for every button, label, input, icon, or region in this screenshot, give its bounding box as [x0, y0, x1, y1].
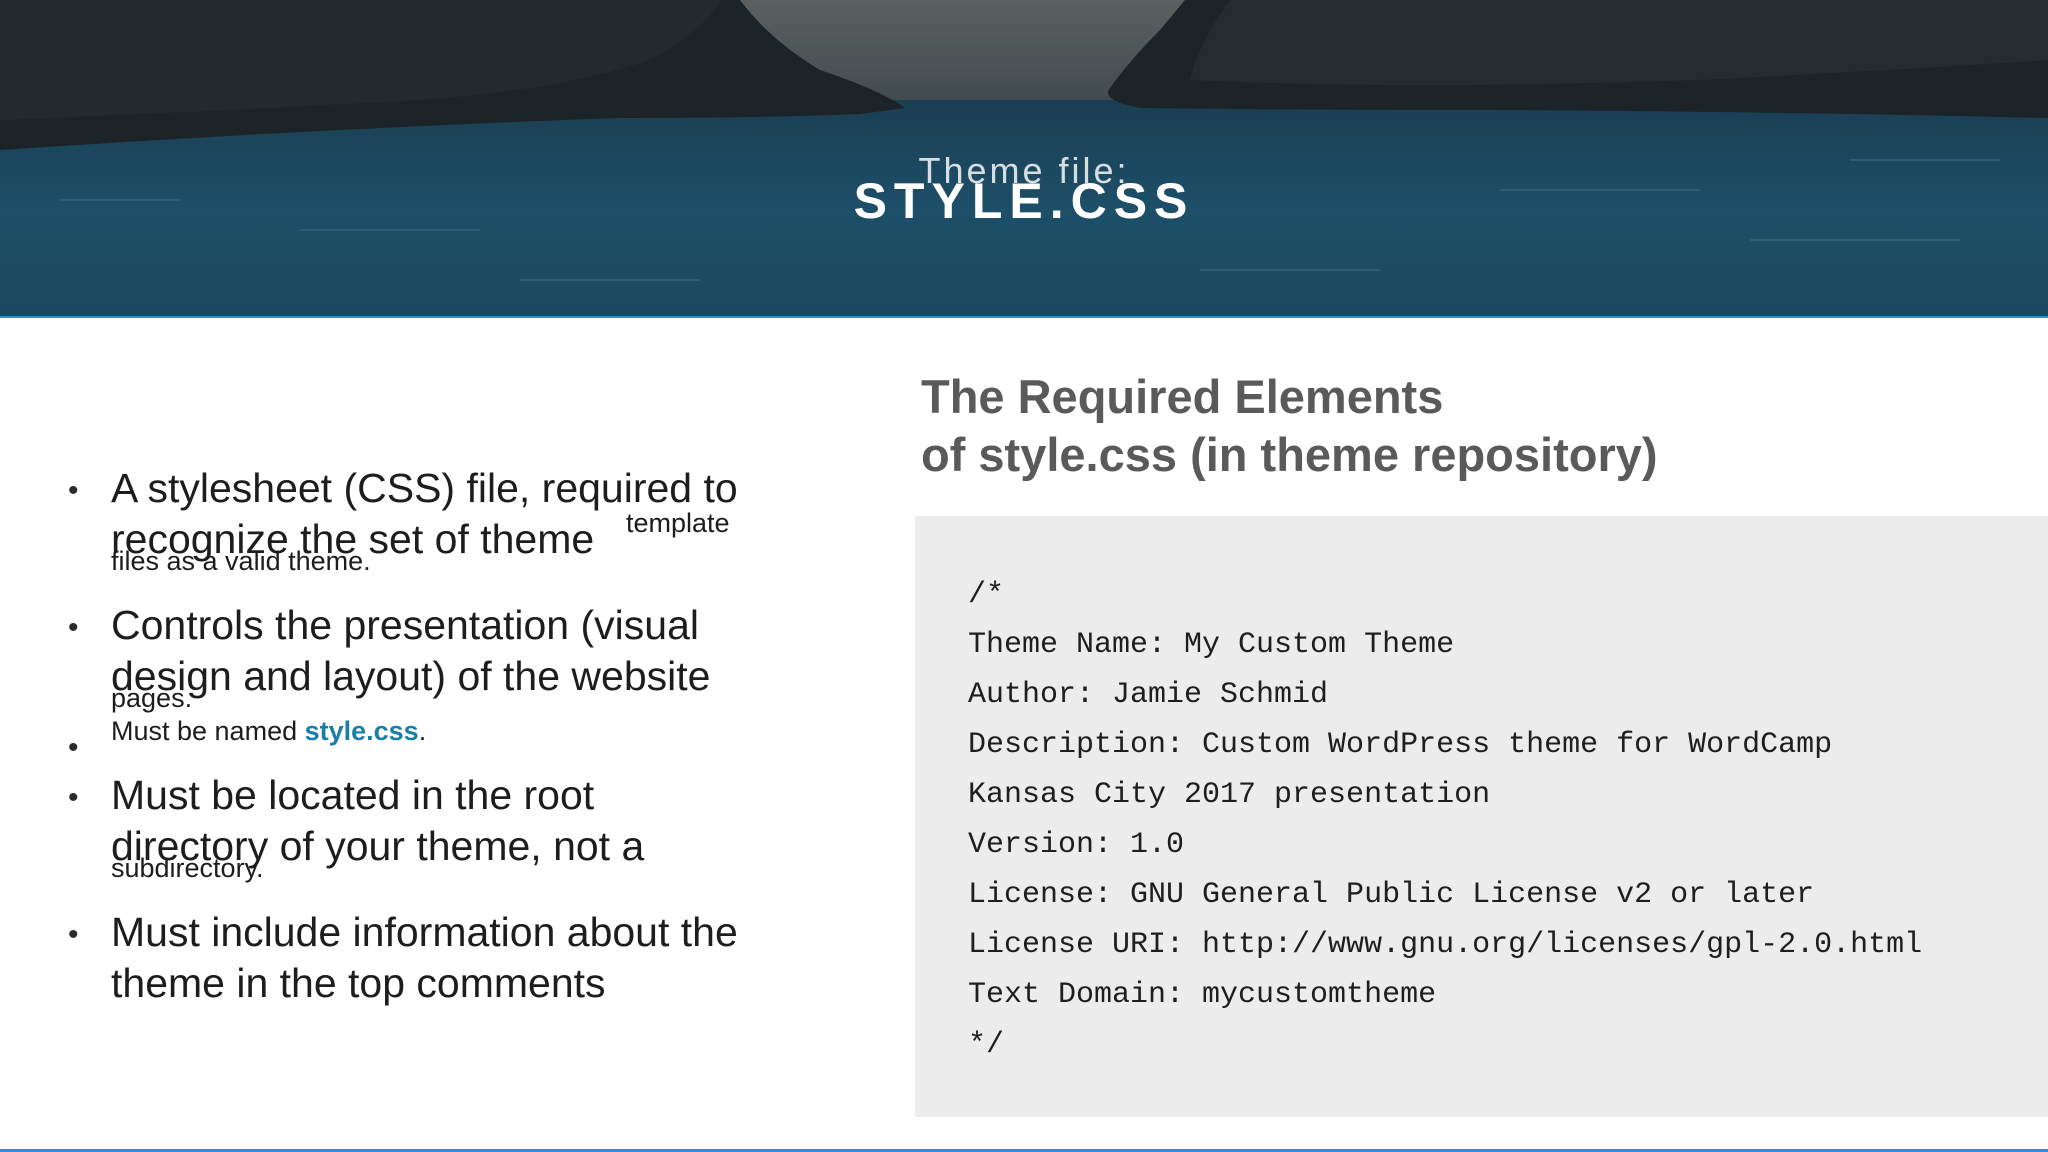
bullet-list: • A stylesheet (CSS) file, required to r…	[0, 0, 900, 1152]
code-line: Theme Name: My Custom Theme	[968, 628, 1455, 662]
code-line: Author: Jamie Schmid	[968, 678, 1329, 712]
code-block	[915, 516, 2048, 1117]
code-line: Kansas City 2017 presentation	[968, 778, 1491, 812]
bullet-4-overflow: subdirectory.	[111, 853, 264, 883]
bullet-2-overflow: pages.	[111, 683, 193, 713]
bullet-2-line-1: Controls the presentation (visual	[111, 602, 699, 648]
bullet-1-overflow: files as a valid theme.	[111, 546, 371, 576]
code-line: License URI: http://www.gnu.org/licenses…	[968, 928, 1923, 962]
bullet-marker: •	[68, 918, 79, 951]
code-line: /*	[968, 578, 1005, 612]
bullet-3-suffix: .	[418, 716, 427, 746]
bullet-3-text: Must be named style.css.	[111, 716, 426, 746]
code-line: License: GNU General Public License v2 o…	[968, 878, 1815, 912]
bullet-5-line-2: theme in the top comments	[111, 960, 606, 1006]
bullet-5-line-1: Must include information about the	[111, 909, 738, 955]
code-line: Description: Custom WordPress theme for …	[968, 728, 1833, 762]
code-line: Version: 1.0	[968, 828, 1185, 862]
heading-line-1: The Required Elements	[921, 370, 1444, 423]
bullet-1-superscript: template	[626, 508, 730, 538]
code-line: */	[968, 1028, 1005, 1062]
bullet-marker: •	[68, 731, 79, 764]
bullet-3-prefix: Must be named	[111, 716, 305, 746]
heading-line-2: of style.css (in theme repository)	[921, 428, 1658, 481]
bullet-marker: •	[68, 781, 79, 814]
bullet-1-line-1: A stylesheet (CSS) file, required to	[111, 465, 738, 511]
bullet-marker: •	[68, 611, 79, 644]
code-line: Text Domain: mycustomtheme	[968, 978, 1437, 1012]
bullet-marker: •	[68, 474, 79, 507]
style-css-highlight: style.css	[304, 716, 419, 746]
required-elements-heading: The Required Elements of style.css (in t…	[921, 368, 1658, 484]
bullet-2-line-2: design and layout) of the website	[111, 653, 711, 699]
bullet-4-line-1: Must be located in the root	[111, 772, 595, 818]
